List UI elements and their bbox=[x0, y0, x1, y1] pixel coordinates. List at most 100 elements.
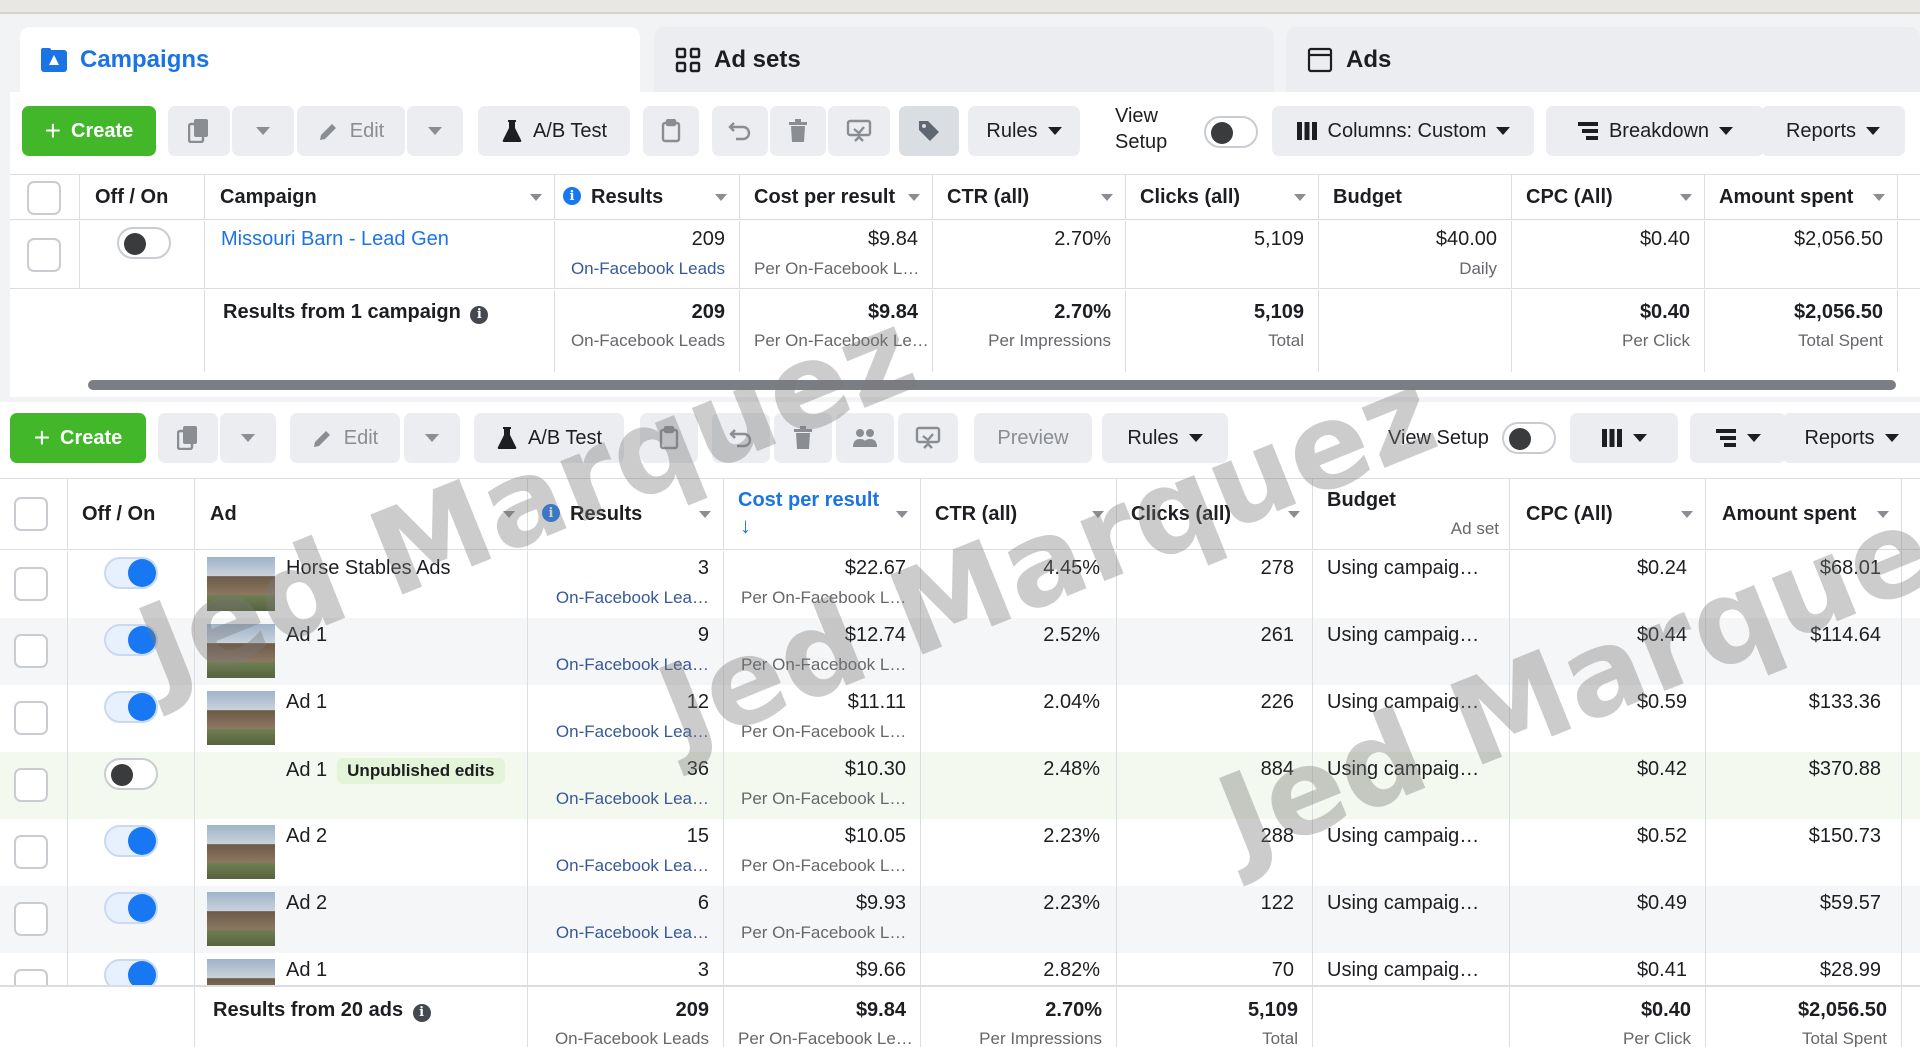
col-cost-per-result[interactable]: Cost per result bbox=[740, 175, 933, 219]
col-ad[interactable]: Ad bbox=[195, 479, 528, 549]
cpc-value: $0.44 bbox=[1636, 624, 1687, 646]
col-amount-spent[interactable]: Amount spent bbox=[1706, 479, 1902, 549]
breakdown-dropdown[interactable] bbox=[1690, 413, 1786, 463]
table-row[interactable]: Ad 1 9 On-Facebook Lea… $12.74 Per On-Face… bbox=[0, 618, 1920, 685]
row-checkbox[interactable] bbox=[14, 634, 48, 668]
audience-button[interactable] bbox=[836, 413, 894, 463]
row-checkbox[interactable] bbox=[14, 902, 48, 936]
reports-dropdown[interactable]: Reports bbox=[1783, 413, 1920, 463]
undo-button[interactable] bbox=[712, 413, 770, 463]
ad-toggle[interactable] bbox=[104, 557, 158, 589]
tag-button[interactable] bbox=[899, 106, 959, 156]
view-setup-toggle[interactable] bbox=[1502, 422, 1556, 454]
col-clicks[interactable]: Clicks (all) bbox=[1117, 479, 1313, 549]
row-checkbox[interactable] bbox=[14, 701, 48, 735]
select-all-checkbox[interactable] bbox=[14, 497, 48, 531]
table-row[interactable]: Missouri Barn - Lead Gen 209 On-Facebook … bbox=[10, 221, 1920, 289]
col-campaign[interactable]: Campaign bbox=[205, 175, 555, 219]
edit-button[interactable]: Edit bbox=[297, 106, 405, 156]
columns-dropdown[interactable]: Columns: Custom bbox=[1272, 106, 1534, 156]
ad-thumbnail[interactable] bbox=[207, 825, 275, 879]
ad-toggle[interactable] bbox=[104, 959, 158, 985]
col-ctr[interactable]: CTR (all) bbox=[921, 479, 1117, 549]
ad-toggle[interactable] bbox=[104, 892, 158, 924]
col-budget[interactable]: Budget bbox=[1319, 175, 1512, 219]
undo-button[interactable] bbox=[712, 106, 768, 156]
ad-thumbnail[interactable] bbox=[207, 624, 275, 678]
rules-dropdown[interactable]: Rules bbox=[1102, 413, 1228, 463]
col-clicks[interactable]: Clicks (all) bbox=[1126, 175, 1319, 219]
table-row[interactable]: Ad 1 Unpublished edits 36 On-Facebook Lea…… bbox=[0, 752, 1920, 819]
ad-name[interactable]: Ad 1 bbox=[286, 691, 327, 714]
ad-name[interactable]: Ad 1 Unpublished edits bbox=[286, 758, 505, 784]
clipboard-button[interactable] bbox=[643, 106, 699, 156]
table-row[interactable]: Ad 2 6 On-Facebook Lea… $9.93 Per On-Faceb… bbox=[0, 886, 1920, 953]
delete-button[interactable] bbox=[770, 106, 826, 156]
campaign-toggle[interactable] bbox=[117, 227, 171, 259]
col-cpc[interactable]: CPC (All) bbox=[1512, 175, 1705, 219]
breakdown-dropdown[interactable]: Breakdown bbox=[1546, 106, 1764, 156]
edit-button[interactable]: Edit bbox=[290, 413, 400, 463]
tab-campaigns[interactable]: Campaigns bbox=[20, 27, 640, 93]
duplicate-dropdown[interactable] bbox=[232, 106, 294, 156]
create-campaign-button[interactable]: + Create bbox=[22, 106, 156, 156]
select-all-checkbox[interactable] bbox=[27, 181, 61, 215]
col-cpc[interactable]: CPC (All) bbox=[1510, 479, 1706, 549]
row-checkbox[interactable] bbox=[14, 969, 48, 985]
ad-name[interactable]: Horse Stables Ads bbox=[286, 557, 451, 580]
table-row[interactable]: Horse Stables Ads 3 On-Facebook Lea… $22.… bbox=[0, 551, 1920, 618]
col-off-on[interactable]: Off / On bbox=[68, 479, 195, 549]
ad-thumbnail[interactable] bbox=[207, 557, 275, 611]
ad-name[interactable]: Ad 1 bbox=[286, 624, 327, 647]
row-checkbox[interactable] bbox=[14, 835, 48, 869]
columns-dropdown[interactable] bbox=[1570, 413, 1678, 463]
rules-label: Rules bbox=[1127, 426, 1179, 449]
edit-dropdown[interactable] bbox=[407, 106, 463, 156]
export-button[interactable] bbox=[828, 106, 890, 156]
col-results[interactable]: i Results bbox=[555, 175, 740, 219]
reports-dropdown[interactable]: Reports bbox=[1761, 106, 1905, 156]
ad-name[interactable]: Ad 2 bbox=[286, 825, 327, 848]
summary-label: Results from 20 ads i bbox=[213, 999, 431, 1022]
ad-name[interactable]: Ad 1 bbox=[286, 959, 327, 982]
ad-toggle[interactable] bbox=[104, 758, 158, 790]
tab-ads[interactable]: Ads bbox=[1286, 27, 1920, 93]
rules-dropdown[interactable]: Rules bbox=[968, 106, 1080, 156]
duplicate-dropdown[interactable] bbox=[220, 413, 276, 463]
chevron-down-icon bbox=[425, 434, 439, 442]
cost-sub: Per On-Facebook L… bbox=[741, 923, 907, 942]
table-row[interactable]: Ad 2 15 On-Facebook Lea… $10.05 Per On-Fac… bbox=[0, 819, 1920, 886]
ad-thumbnail[interactable] bbox=[207, 959, 275, 985]
col-amount-spent[interactable]: Amount spent bbox=[1705, 175, 1898, 219]
table-row[interactable]: Ad 1 3 $9.66 2.82% 70 Using campaig… $0.… bbox=[0, 953, 1920, 985]
row-checkbox[interactable] bbox=[14, 768, 48, 802]
duplicate-button[interactable] bbox=[168, 106, 230, 156]
ad-toggle[interactable] bbox=[104, 825, 158, 857]
ad-toggle[interactable] bbox=[104, 691, 158, 723]
ad-thumbnail[interactable] bbox=[207, 691, 275, 745]
export-button[interactable] bbox=[898, 413, 958, 463]
ab-test-button[interactable]: A/B Test bbox=[474, 413, 624, 463]
create-ad-button[interactable]: + Create bbox=[10, 413, 146, 463]
delete-button[interactable] bbox=[774, 413, 832, 463]
col-off-on[interactable]: Off / On bbox=[80, 175, 205, 219]
ab-test-button[interactable]: A/B Test bbox=[478, 106, 630, 156]
ad-name[interactable]: Ad 2 bbox=[286, 892, 327, 915]
tab-ad-sets[interactable]: Ad sets bbox=[654, 27, 1274, 93]
view-setup-toggle[interactable] bbox=[1204, 116, 1258, 148]
table-row[interactable]: Ad 1 12 On-Facebook Lea… $11.11 Per On-Fac… bbox=[0, 685, 1920, 752]
col-results[interactable]: i Results bbox=[528, 479, 724, 549]
row-checkbox[interactable] bbox=[14, 567, 48, 601]
preview-button[interactable]: Preview bbox=[974, 413, 1092, 463]
horizontal-scrollbar[interactable] bbox=[88, 380, 1896, 390]
ad-thumbnail[interactable] bbox=[207, 892, 275, 946]
clipboard-button[interactable] bbox=[640, 413, 698, 463]
col-cost-per-result[interactable]: Cost per result ↓ bbox=[724, 479, 921, 549]
edit-dropdown[interactable] bbox=[404, 413, 460, 463]
row-checkbox[interactable] bbox=[27, 238, 61, 272]
ad-toggle[interactable] bbox=[104, 624, 158, 656]
duplicate-button[interactable] bbox=[158, 413, 218, 463]
col-budget[interactable]: Budget Ad set bbox=[1313, 479, 1510, 549]
col-ctr[interactable]: CTR (all) bbox=[933, 175, 1126, 219]
campaign-name-link[interactable]: Missouri Barn - Lead Gen bbox=[221, 228, 449, 251]
